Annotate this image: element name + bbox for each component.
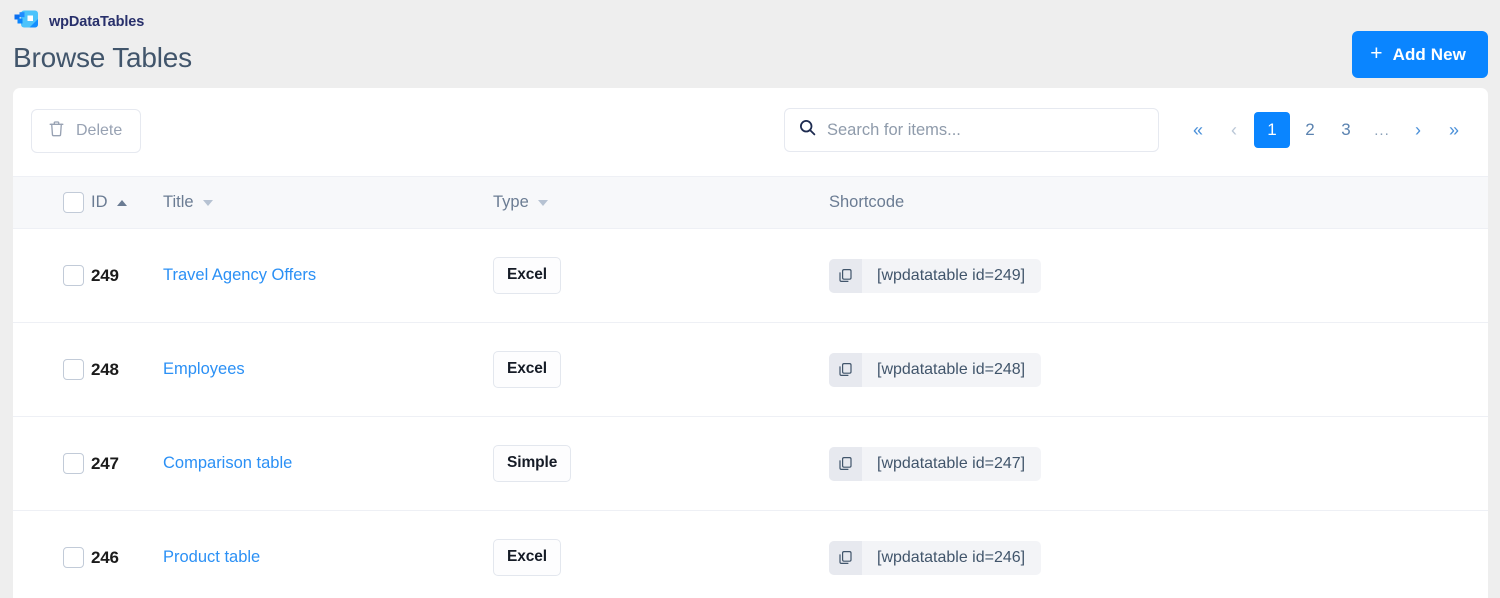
row-type-badge: Simple [493,445,571,482]
row-shortcode-cell: [wpdatatable id=249] [829,229,1488,323]
row-id-cell: 247 [91,417,163,511]
tables-list: ID Title Type [13,176,1488,598]
table-row: 249 Travel Agency Offers Excel [13,229,1488,323]
row-title-cell: Employees [163,323,493,417]
pagination-prev[interactable]: ‹ [1218,113,1250,147]
column-header-shortcode: Shortcode [829,177,1488,229]
shortcode-chip[interactable]: [wpdatatable id=249] [829,259,1041,293]
shortcode-text: [wpdatatable id=247] [862,447,1041,481]
sort-descending-icon [203,200,213,206]
page-title: Browse Tables [13,42,192,74]
search-icon [799,119,816,141]
row-type-cell: Excel [493,323,829,417]
table-row: 247 Comparison table Simple [13,417,1488,511]
shortcode-text: [wpdatatable id=248] [862,353,1041,387]
row-type-badge: Excel [493,351,561,388]
row-title-cell: Travel Agency Offers [163,229,493,323]
brand-name: wpDataTables [49,14,144,30]
delete-label: Delete [76,122,122,140]
delete-button[interactable]: Delete [31,109,141,153]
pagination-page-2[interactable]: 2 [1294,113,1326,147]
top-bar: wpDataTables Browse Tables + Add New [0,0,1500,88]
row-select-cell [13,229,91,323]
row-title-link[interactable]: Travel Agency Offers [163,266,316,284]
shortcode-chip[interactable]: [wpdatatable id=248] [829,353,1041,387]
tables-card: Delete « ‹ 1 2 3 ... › » [13,88,1488,598]
table-toolbar: Delete « ‹ 1 2 3 ... › » [13,88,1488,176]
row-type-cell: Excel [493,229,829,323]
table-row: 246 Product table Excel [13,511,1488,598]
copy-icon[interactable] [829,259,862,293]
row-id-cell: 248 [91,323,163,417]
row-id: 247 [91,454,119,473]
copy-icon[interactable] [829,447,862,481]
row-checkbox[interactable] [63,265,84,286]
row-type-badge: Excel [493,539,561,576]
trash-icon [48,120,65,143]
pagination-last[interactable]: » [1438,113,1470,147]
column-header-title[interactable]: Title [163,177,493,229]
search-box[interactable] [784,108,1159,152]
row-title-link[interactable]: Comparison table [163,454,292,472]
row-shortcode-cell: [wpdatatable id=246] [829,511,1488,598]
row-type-badge: Excel [493,257,561,294]
row-select-cell [13,511,91,598]
row-id: 248 [91,360,119,379]
add-new-label: Add New [1393,45,1466,65]
wpdatatables-logo-icon [13,8,40,35]
sort-descending-icon [538,200,548,206]
column-header-id[interactable]: ID [91,177,163,229]
column-header-shortcode-label: Shortcode [829,193,904,212]
row-id: 246 [91,548,119,567]
pagination-ellipsis: ... [1366,113,1398,147]
row-id-cell: 249 [91,229,163,323]
row-shortcode-cell: [wpdatatable id=248] [829,323,1488,417]
row-checkbox[interactable] [63,359,84,380]
table-header-row: ID Title Type [13,177,1488,229]
row-title-link[interactable]: Product table [163,548,260,566]
row-shortcode-cell: [wpdatatable id=247] [829,417,1488,511]
row-title-cell: Comparison table [163,417,493,511]
column-header-title-label: Title [163,193,194,212]
column-header-id-label: ID [91,193,108,212]
row-title-link[interactable]: Employees [163,360,245,378]
column-header-type-label: Type [493,193,529,212]
column-header-select [13,177,91,229]
add-new-button[interactable]: + Add New [1352,31,1488,78]
row-select-cell [13,323,91,417]
row-checkbox[interactable] [63,547,84,568]
column-header-type[interactable]: Type [493,177,829,229]
pagination-first[interactable]: « [1182,113,1214,147]
row-type-cell: Excel [493,511,829,598]
copy-icon[interactable] [829,353,862,387]
table-row: 248 Employees Excel [13,323,1488,417]
brand: wpDataTables [13,8,144,35]
plus-icon: + [1370,43,1382,64]
row-id-cell: 246 [91,511,163,598]
sort-ascending-icon [117,200,127,206]
search-input[interactable] [827,110,1158,150]
shortcode-text: [wpdatatable id=249] [862,259,1041,293]
select-all-checkbox[interactable] [63,192,84,213]
shortcode-chip[interactable]: [wpdatatable id=246] [829,541,1041,575]
row-select-cell [13,417,91,511]
pagination-page-3[interactable]: 3 [1330,113,1362,147]
copy-icon[interactable] [829,541,862,575]
pagination: « ‹ 1 2 3 ... › » [1180,108,1472,152]
row-type-cell: Simple [493,417,829,511]
table-body: 249 Travel Agency Offers Excel [13,229,1488,598]
shortcode-text: [wpdatatable id=246] [862,541,1041,575]
pagination-page-1[interactable]: 1 [1254,112,1290,148]
shortcode-chip[interactable]: [wpdatatable id=247] [829,447,1041,481]
row-title-cell: Product table [163,511,493,598]
pagination-next[interactable]: › [1402,113,1434,147]
row-checkbox[interactable] [63,453,84,474]
row-id: 249 [91,266,119,285]
